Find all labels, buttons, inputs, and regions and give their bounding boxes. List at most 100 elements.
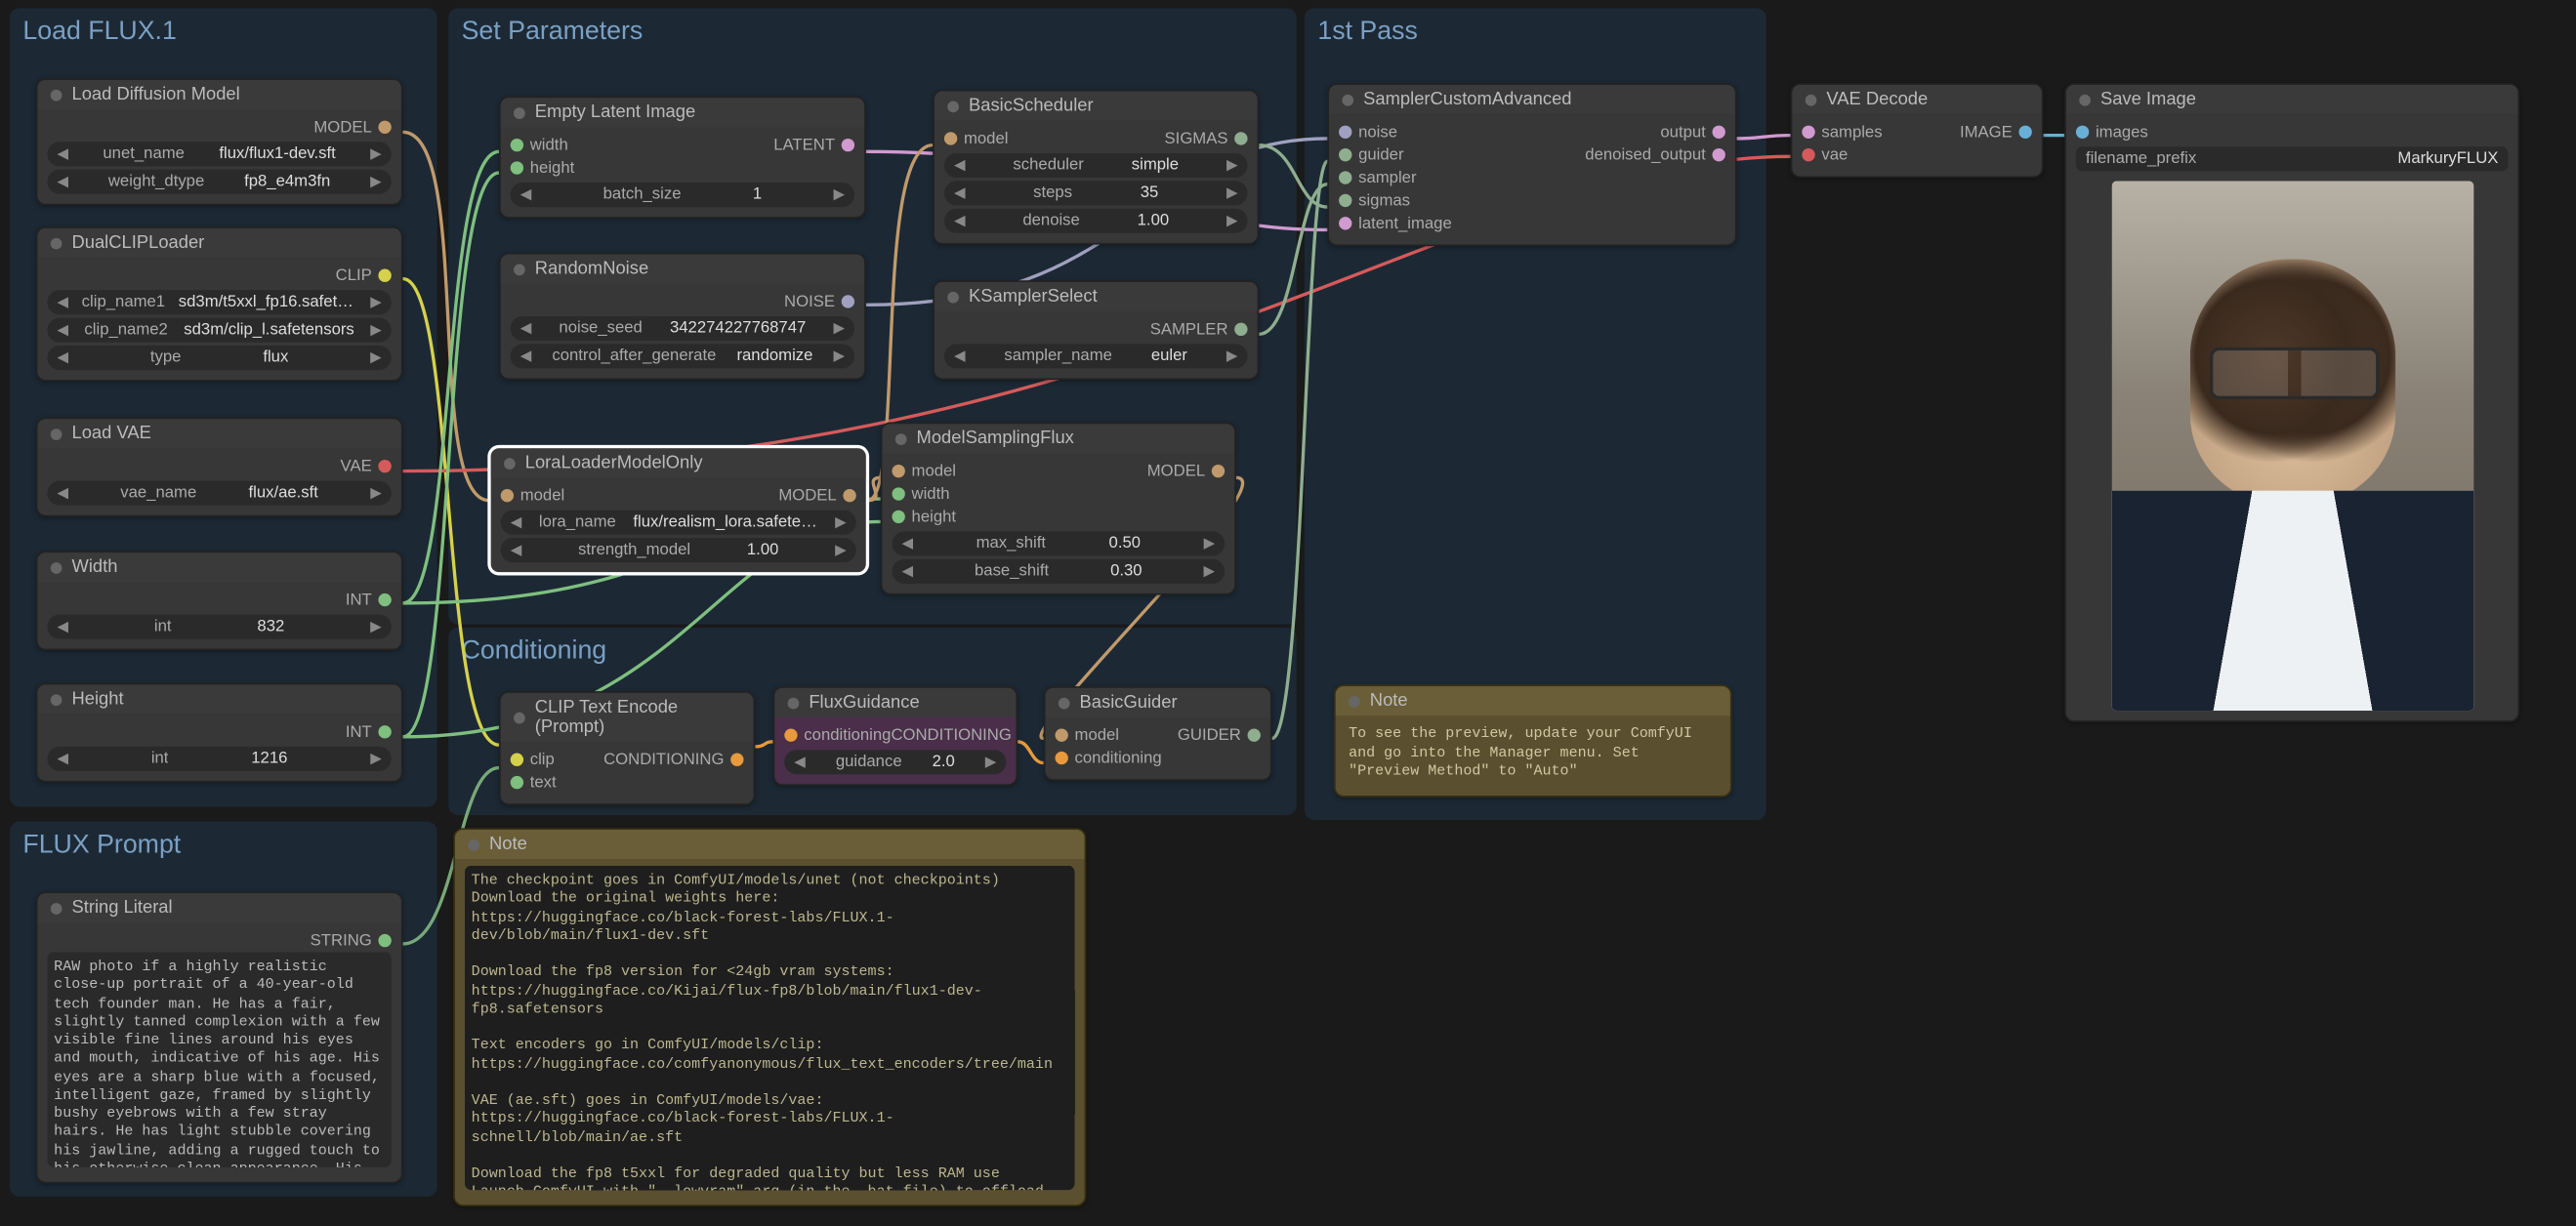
- port-latent-in[interactable]: [1339, 217, 1351, 229]
- node-title: SamplerCustomAdvanced: [1363, 90, 1571, 109]
- port-noise-in[interactable]: [1339, 126, 1351, 139]
- port-clip-in[interactable]: [511, 754, 523, 766]
- node-height[interactable]: Height INT ◀int1216▶: [36, 683, 403, 783]
- node-string-literal[interactable]: String Literal STRING: [36, 891, 403, 1183]
- port-width-in[interactable]: [511, 139, 523, 151]
- port-vae-out[interactable]: [378, 460, 391, 472]
- port-height-in[interactable]: [511, 161, 523, 174]
- image-preview: [2111, 181, 2473, 711]
- node-title: Height: [71, 689, 123, 709]
- port-model-out[interactable]: [378, 121, 391, 134]
- port-model-out[interactable]: [843, 489, 855, 502]
- port-sampler-out[interactable]: [1234, 323, 1247, 336]
- node-model-sampling-flux[interactable]: ModelSamplingFlux modelMODEL width heigh…: [881, 423, 1236, 595]
- node-title: CLIP Text Encode (Prompt): [535, 698, 740, 737]
- widget-unet-name[interactable]: ◀unet_nameflux/flux1-dev.sft▶: [47, 142, 391, 166]
- port-samples-in[interactable]: [1802, 126, 1814, 139]
- port-text-in[interactable]: [511, 776, 523, 789]
- widget-width-int[interactable]: ◀int832▶: [47, 615, 391, 639]
- node-flux-guidance[interactable]: FluxGuidance conditioningCONDITIONING ◀g…: [773, 686, 1018, 786]
- port-sigmas-in[interactable]: [1339, 194, 1351, 207]
- node-random-noise[interactable]: RandomNoise NOISE ◀noise_seed34227422776…: [499, 253, 866, 380]
- widget-batch-size[interactable]: ◀batch_size1▶: [511, 183, 854, 207]
- node-title: ModelSamplingFlux: [917, 429, 1074, 448]
- port-width-in[interactable]: [892, 487, 904, 500]
- node-load-vae[interactable]: Load VAE VAE ◀vae_nameflux/ae.sft▶: [36, 418, 403, 517]
- port-model-in[interactable]: [1055, 728, 1067, 741]
- widget-noise-seed[interactable]: ◀noise_seed342274227768747▶: [511, 316, 854, 341]
- widget-control-after-generate[interactable]: ◀control_after_generaterandomize▶: [511, 344, 854, 368]
- node-clip-text-encode[interactable]: CLIP Text Encode (Prompt) clipCONDITIONI…: [499, 691, 755, 805]
- node-note-instructions[interactable]: Note: [453, 828, 1086, 1206]
- port-image-out[interactable]: [2018, 126, 2031, 139]
- port-noise-out[interactable]: [842, 295, 854, 307]
- node-title: VAE Decode: [1826, 90, 1928, 109]
- port-cond-in[interactable]: [1055, 752, 1067, 764]
- port-denoised-out[interactable]: [1713, 148, 1725, 161]
- port-int-out[interactable]: [378, 725, 391, 738]
- port-output-out[interactable]: [1713, 126, 1725, 139]
- node-sampler-custom-advanced[interactable]: SamplerCustomAdvanced noiseoutput guider…: [1327, 83, 1736, 246]
- node-title: FluxGuidance: [809, 693, 919, 713]
- group-title: Set Parameters: [462, 18, 1284, 47]
- port-int-out[interactable]: [378, 593, 391, 606]
- note-text: To see the preview, update your ComfyUI …: [1346, 722, 1721, 786]
- widget-filename-prefix[interactable]: filename_prefixMarkuryFLUX: [2076, 146, 2509, 171]
- port-vae-in[interactable]: [1802, 148, 1814, 161]
- port-height-in[interactable]: [892, 511, 904, 523]
- node-title: Save Image: [2100, 90, 2196, 109]
- node-title: RandomNoise: [535, 260, 648, 279]
- widget-sampler-name[interactable]: ◀sampler_nameeuler▶: [944, 344, 1248, 368]
- widget-strength-model[interactable]: ◀strength_model1.00▶: [501, 538, 856, 562]
- node-note-preview[interactable]: Note To see the preview, update your Com…: [1334, 684, 1731, 797]
- widget-clip-name1[interactable]: ◀clip_name1sd3m/t5xxl_fp16.safetensors▶: [47, 290, 391, 314]
- port-cond-in[interactable]: [784, 728, 797, 741]
- widget-clip-name2[interactable]: ◀clip_name2sd3m/clip_l.safetensors▶: [47, 318, 391, 343]
- port-model-in[interactable]: [944, 132, 957, 144]
- port-model-out[interactable]: [1212, 465, 1225, 477]
- port-sigmas-out[interactable]: [1234, 132, 1247, 144]
- port-latent-out[interactable]: [842, 139, 854, 151]
- node-vae-decode[interactable]: VAE Decode samplesIMAGE vae: [1791, 83, 2044, 178]
- widget-base-shift[interactable]: ◀base_shift0.30▶: [892, 559, 1225, 584]
- node-lora-loader-model-only[interactable]: LoraLoaderModelOnly modelMODEL ◀lora_nam…: [489, 447, 867, 574]
- node-title: BasicScheduler: [969, 97, 1094, 116]
- node-save-image[interactable]: Save Image images filename_prefixMarkury…: [2064, 83, 2519, 722]
- widget-guidance[interactable]: ◀guidance2.0▶: [784, 750, 1006, 774]
- port-string-out[interactable]: [378, 934, 391, 947]
- group-title: FLUX Prompt: [22, 832, 424, 861]
- widget-steps[interactable]: ◀steps35▶: [944, 181, 1248, 205]
- node-ksampler-select[interactable]: KSamplerSelect SAMPLER ◀sampler_nameeule…: [933, 280, 1259, 380]
- port-sampler-in[interactable]: [1339, 171, 1351, 184]
- node-title: DualCLIPLoader: [71, 233, 204, 253]
- widget-vae-name[interactable]: ◀vae_nameflux/ae.sft▶: [47, 481, 391, 506]
- group-title: Conditioning: [462, 637, 1284, 667]
- port-images-in[interactable]: [2076, 126, 2089, 139]
- widget-height-int[interactable]: ◀int1216▶: [47, 747, 391, 771]
- widget-scheduler[interactable]: ◀schedulersimple▶: [944, 153, 1248, 178]
- node-empty-latent-image[interactable]: Empty Latent Image widthLATENT height ◀b…: [499, 97, 866, 219]
- port-model-in[interactable]: [892, 465, 904, 477]
- widget-weight-dtype[interactable]: ◀weight_dtypefp8_e4m3fn▶: [47, 170, 391, 194]
- node-load-diffusion-model[interactable]: Load Diffusion Model MODEL ◀unet_nameflu…: [36, 78, 403, 205]
- node-dual-clip-loader[interactable]: DualCLIPLoader CLIP ◀clip_name1sd3m/t5xx…: [36, 226, 403, 382]
- port-cond-out[interactable]: [730, 754, 743, 766]
- widget-denoise[interactable]: ◀denoise1.00▶: [944, 209, 1248, 233]
- port-clip-out[interactable]: [378, 269, 391, 282]
- port-guider-in[interactable]: [1339, 148, 1351, 161]
- port-guider-out[interactable]: [1248, 728, 1261, 741]
- node-basic-guider[interactable]: BasicGuider modelGUIDER conditioning: [1044, 686, 1272, 781]
- widget-type[interactable]: ◀typeflux▶: [47, 346, 391, 370]
- node-title: String Literal: [71, 898, 172, 918]
- node-basic-scheduler[interactable]: BasicScheduler modelSIGMAS ◀schedulersim…: [933, 90, 1259, 245]
- string-literal-text[interactable]: [47, 952, 391, 1166]
- widget-max-shift[interactable]: ◀max_shift0.50▶: [892, 531, 1225, 555]
- note-instructions-text[interactable]: [465, 866, 1075, 1191]
- node-title: Note: [489, 835, 527, 854]
- widget-lora-name[interactable]: ◀lora_nameflux/realism_lora.safetensors▶: [501, 511, 856, 535]
- group-title: Load FLUX.1: [22, 18, 424, 47]
- node-width[interactable]: Width INT ◀int832▶: [36, 551, 403, 650]
- node-title: Load Diffusion Model: [71, 85, 239, 104]
- group-title: 1st Pass: [1317, 18, 1753, 47]
- port-model-in[interactable]: [501, 489, 514, 502]
